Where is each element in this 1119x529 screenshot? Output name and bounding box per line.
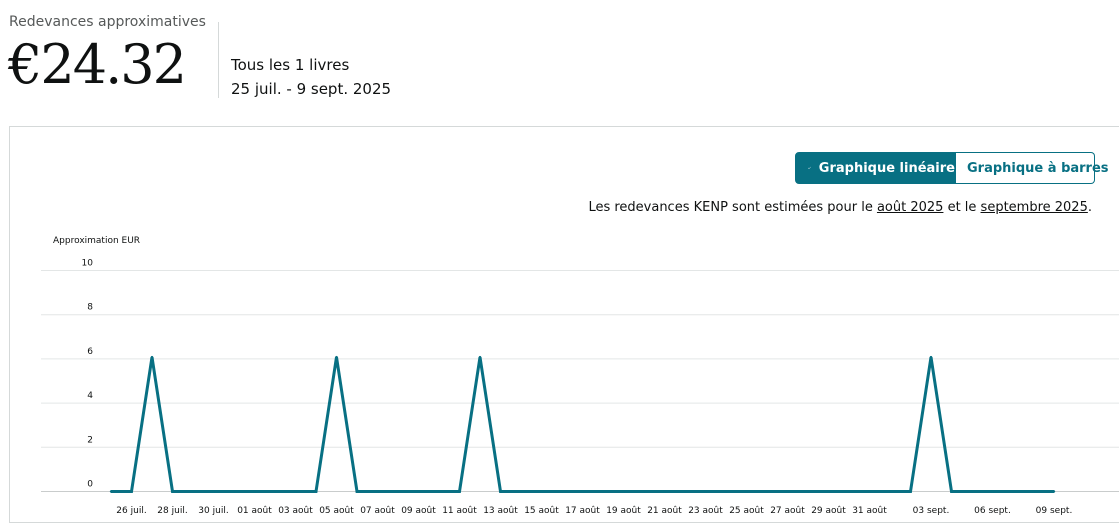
data-point (622, 490, 625, 493)
data-point (150, 355, 154, 359)
data-point (294, 490, 297, 493)
data-point (109, 490, 113, 493)
data-point (273, 490, 277, 493)
data-point (130, 490, 133, 493)
x-tick-label: 03 août (278, 506, 313, 516)
royalties-line-chart: Approximation EUR 0 2 4 6 8 10 26 juil. 28 juil.… (41, 236, 1119, 516)
data-point (724, 490, 728, 493)
x-tick-label: 17 août (565, 506, 600, 516)
x-tick-label: 05 août (319, 506, 354, 516)
x-tick-label: 25 août (729, 506, 764, 516)
data-point (991, 490, 994, 493)
y-tick-label: 6 (87, 347, 93, 357)
x-tick-label: 29 août (811, 506, 846, 516)
x-tick-label: 31 août (852, 506, 887, 516)
y-axis-label: Approximation EUR (53, 236, 140, 246)
data-point (437, 490, 441, 493)
x-tick-label: 28 juil. (157, 506, 187, 516)
y-tick-label: 4 (87, 391, 93, 401)
data-point (499, 490, 502, 493)
x-tick-label: 09 août (401, 506, 436, 516)
x-tick-label: 21 août (647, 506, 682, 516)
x-tick-label: 09 sept. (1036, 506, 1073, 516)
data-point (868, 490, 871, 493)
data-point (1052, 490, 1056, 493)
data-point (396, 490, 400, 493)
data-point (909, 490, 912, 493)
data-point (253, 490, 256, 493)
data-point (929, 355, 933, 359)
data-point (478, 355, 482, 359)
data-point (355, 490, 359, 493)
data-point (847, 490, 851, 493)
x-tick-label: 11 août (442, 506, 477, 516)
series-line-1 (111, 356, 1054, 493)
data-point (540, 490, 543, 493)
data-point (806, 490, 810, 493)
data-point (417, 490, 420, 493)
y-tick-label: 8 (87, 303, 93, 313)
data-point (642, 490, 646, 493)
x-tick-label: 30 juil. (198, 506, 228, 516)
data-point (191, 490, 195, 493)
data-point (560, 490, 564, 493)
x-tick-label: 26 juil. (116, 506, 146, 516)
data-point (601, 490, 605, 493)
y-tick-label: 2 (87, 435, 93, 445)
data-point (663, 490, 666, 493)
data-point (376, 490, 379, 493)
data-point (786, 490, 789, 493)
data-point (950, 490, 953, 493)
data-point (970, 490, 974, 493)
data-point (519, 490, 523, 493)
x-tick-label: 15 août (524, 506, 559, 516)
data-point (765, 490, 769, 493)
data-point (458, 490, 461, 493)
data-point (335, 355, 338, 359)
x-tick-label: 23 août (688, 506, 723, 516)
x-tick-label: 19 août (606, 506, 641, 516)
data-point (171, 490, 174, 493)
x-tick-label: 03 sept. (913, 506, 950, 516)
data-point (888, 490, 892, 493)
data-point (212, 490, 215, 493)
data-point (1032, 490, 1035, 493)
x-tick-label: 06 sept. (974, 506, 1011, 516)
x-tick-label: 13 août (483, 506, 518, 516)
data-point (581, 490, 584, 493)
y-tick-label: 0 (87, 480, 93, 490)
data-point (314, 490, 318, 493)
y-tick-label: 10 (82, 259, 94, 269)
x-tick-label: 01 août (237, 506, 272, 516)
x-tick-label: 07 août (360, 506, 395, 516)
data-point (232, 490, 236, 493)
data-point (683, 490, 687, 493)
data-point (1011, 490, 1015, 493)
x-tick-label: 27 août (770, 506, 805, 516)
data-point (827, 490, 830, 493)
data-point (745, 490, 748, 493)
data-point (704, 490, 707, 493)
